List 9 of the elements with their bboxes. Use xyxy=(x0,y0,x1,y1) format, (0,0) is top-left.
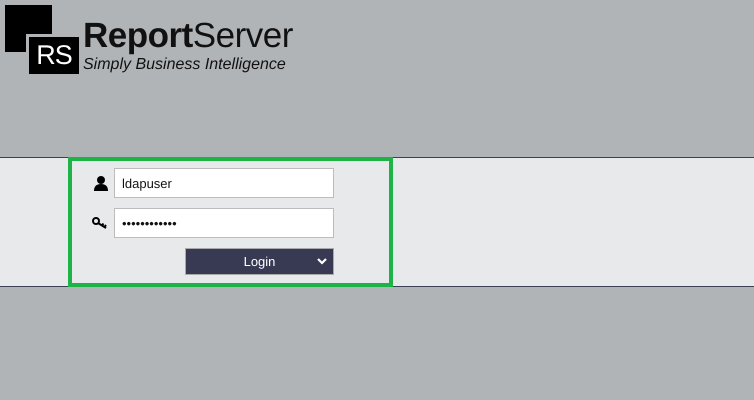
login-button[interactable]: Login xyxy=(185,248,334,275)
password-field[interactable]: •••••••••••• xyxy=(114,208,334,238)
caret-icon xyxy=(317,258,327,265)
username-field[interactable]: ldapuser xyxy=(114,168,334,198)
logo-initials: RS xyxy=(26,34,79,74)
user-icon xyxy=(94,176,108,190)
key-icon xyxy=(92,217,108,229)
logo-tagline: Simply Business Intelligence xyxy=(83,56,287,74)
logo-title: ReportServer xyxy=(83,17,293,55)
